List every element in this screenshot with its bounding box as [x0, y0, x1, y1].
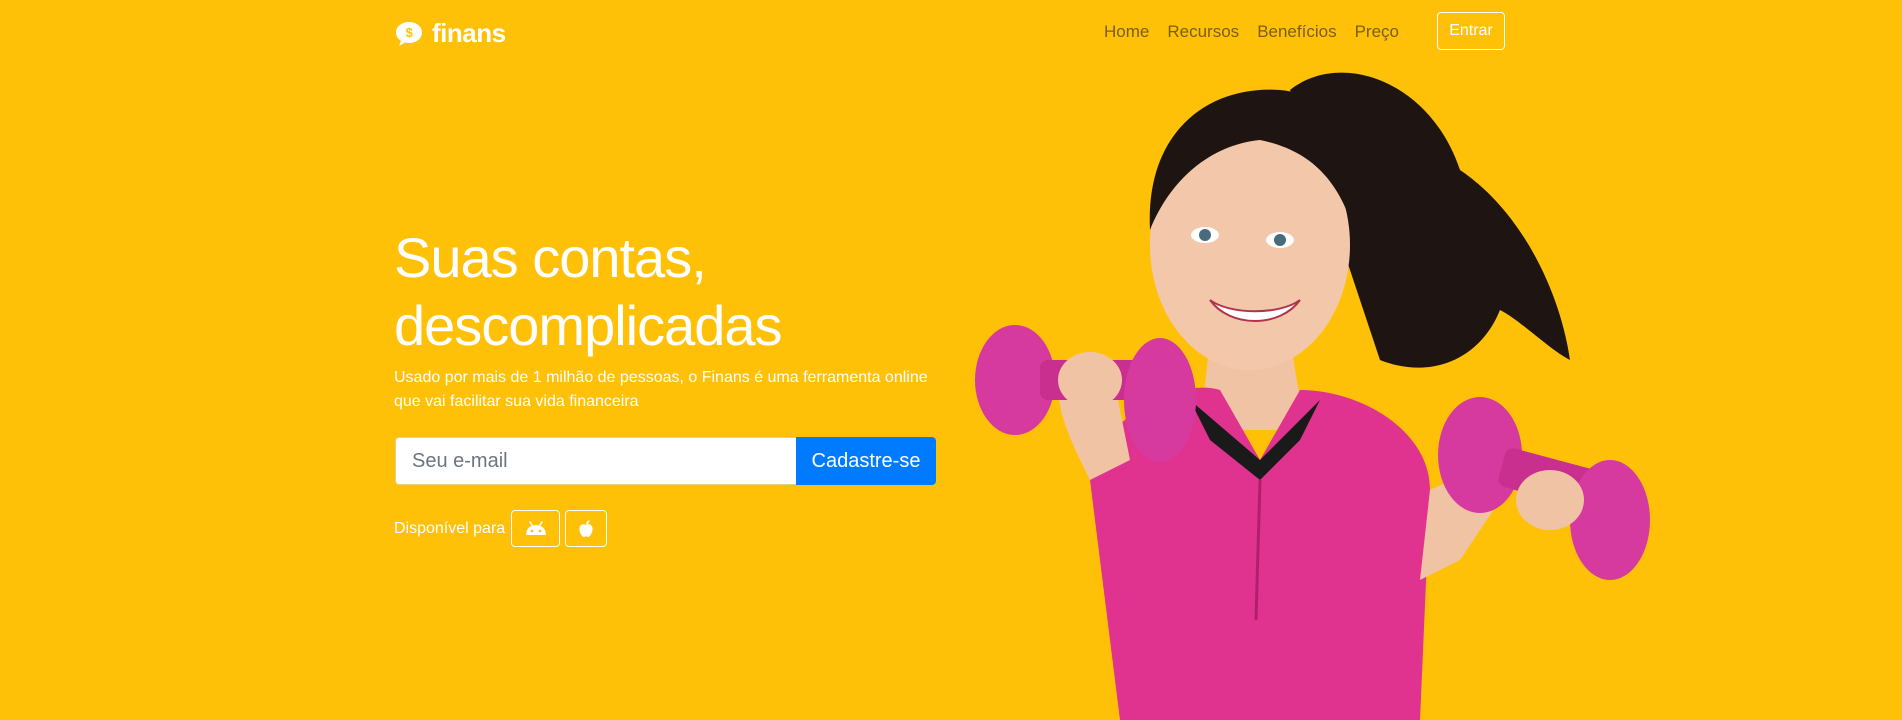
dollar-chat-bubble-icon: $ [396, 21, 422, 46]
signup-form: Cadastre-se [395, 437, 936, 485]
platforms-label: Disponível para [394, 519, 506, 537]
apple-button[interactable] [565, 510, 608, 547]
hero-title-line2: descomplicadas [394, 294, 783, 357]
hero-title-line1: Suas contas, [394, 226, 707, 289]
android-icon [525, 520, 546, 535]
platforms-row: Disponível para [394, 510, 608, 547]
nav-menu: Home Recursos Benefícios Preço [1104, 22, 1399, 42]
nav-preco[interactable]: Preço [1355, 22, 1399, 42]
navbar: $ finans Home Recursos Benefícios Preço … [0, 0, 1902, 64]
android-button[interactable] [511, 510, 561, 547]
apple-icon [579, 519, 593, 537]
brand-name: finans [432, 18, 506, 48]
hero-subtitle: Usado por mais de 1 milhão de pessoas, o… [394, 369, 928, 410]
nav-home[interactable]: Home [1104, 22, 1149, 42]
email-input[interactable] [395, 437, 796, 485]
login-button[interactable]: Entrar [1437, 12, 1505, 50]
brand-logo[interactable]: $ finans [394, 18, 506, 49]
hero-photo [975, 72, 1650, 720]
nav-recursos[interactable]: Recursos [1167, 22, 1239, 42]
signup-button[interactable]: Cadastre-se [796, 437, 936, 485]
nav-beneficios[interactable]: Benefícios [1257, 22, 1336, 42]
hero-title: Suas contas, descomplicadas [394, 224, 783, 360]
